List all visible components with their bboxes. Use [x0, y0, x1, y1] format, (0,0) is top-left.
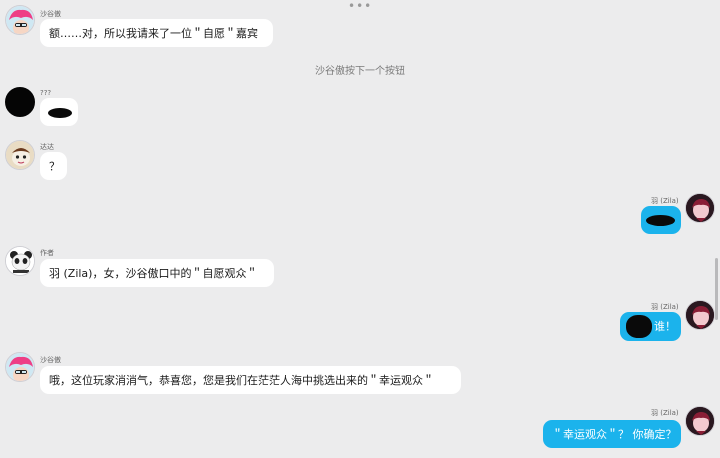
- system-message: 沙谷傲按下一个按钮: [315, 66, 405, 77]
- sender-name: 沙谷傲: [40, 10, 61, 18]
- avatar-zila[interactable]: [685, 300, 715, 330]
- scribble-icon: [626, 315, 652, 338]
- avatar-panda[interactable]: [5, 246, 35, 276]
- sender-name: 羽 (Zila): [651, 409, 679, 417]
- message-bubble[interactable]: [641, 206, 681, 234]
- message-bubble[interactable]: [40, 98, 78, 126]
- sender-name: 羽 (Zila): [651, 303, 679, 311]
- sender-name: 沙谷傲: [40, 356, 61, 364]
- avatar-zila[interactable]: [685, 193, 715, 223]
- sender-name: 达达: [40, 143, 54, 151]
- avatar-cartoon[interactable]: [5, 140, 35, 170]
- sender-name: 羽 (Zila): [651, 197, 679, 205]
- panda-avatar-icon: [6, 247, 34, 275]
- pink-hair-avatar-icon: [6, 353, 34, 381]
- pink-hair-avatar-icon: [6, 6, 34, 34]
- message-bubble[interactable]: ＂幸运观众＂？ 你确定？: [543, 420, 681, 448]
- message-bubble[interactable]: 额……对，所以我请来了一位＂自愿＂嘉宾: [40, 19, 273, 47]
- cartoon-avatar-icon: [6, 141, 34, 169]
- message-text: 谁！: [654, 320, 676, 333]
- message-bubble[interactable]: 谁！: [620, 312, 681, 341]
- message-bubble[interactable]: 哦，这位玩家消消气，恭喜您，您是我们在茫茫人海中挑选出来的＂幸运观众＂: [40, 366, 461, 394]
- more-options-icon[interactable]: •••: [348, 0, 372, 12]
- message-bubble[interactable]: 羽 (Zila)，女，沙谷傲口中的＂自愿观众＂: [40, 259, 274, 287]
- scribble-icon: [48, 108, 72, 118]
- avatar-black[interactable]: [5, 87, 35, 117]
- avatar-pink-hair[interactable]: [5, 5, 35, 35]
- avatar-pink-hair[interactable]: [5, 352, 35, 382]
- sender-name: ???: [40, 89, 52, 97]
- message-bubble[interactable]: ？: [40, 152, 67, 180]
- zila-avatar-icon: [686, 301, 714, 329]
- scribble-icon: [646, 215, 675, 226]
- scrollbar-thumb[interactable]: [715, 258, 718, 320]
- sender-name: 作者: [40, 249, 54, 257]
- zila-avatar-icon: [686, 194, 714, 222]
- avatar-zila[interactable]: [685, 406, 715, 436]
- zila-avatar-icon: [686, 407, 714, 435]
